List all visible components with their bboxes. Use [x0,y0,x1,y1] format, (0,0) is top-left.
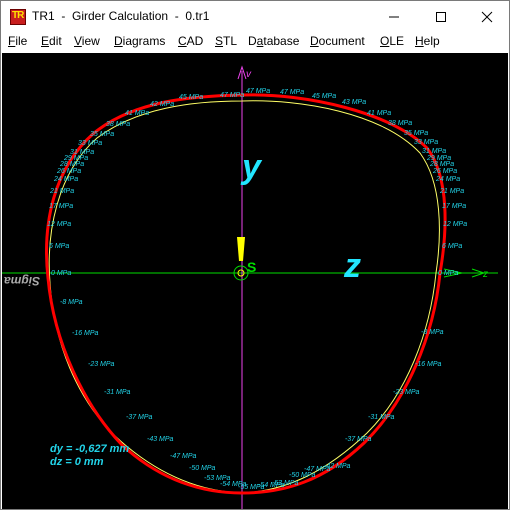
title-bar[interactable]: TR TR1 - Girder Calculation - 0.tr1 [1,1,509,32]
window-title: TR1 - Girder Calculation - 0.tr1 [32,9,210,23]
stress-label-right: -23 MPa [393,389,420,396]
drawing-canvas[interactable]: y z v z S Sigma dy = -0,627 mm dz = 0 mm… [2,53,508,509]
stress-label-right: 6 MPa [442,243,462,250]
app-icon[interactable]: TR [10,9,26,25]
stress-label-left: 0 MPa [51,270,71,277]
stress-label-left: -31 MPa [104,389,131,396]
menu-diagrams[interactable]: Diagrams [114,34,165,48]
stress-label-left: 26 MPa [56,168,81,175]
section-drawing[interactable]: y z v z S Sigma dy = -0,627 mm dz = 0 mm… [2,53,508,509]
stress-label-left: 41 MPa [125,110,149,117]
stress-label-right: 26 MPa [432,168,457,175]
stress-label-right: 24 MPa [435,176,460,183]
sigma-label: Sigma [4,274,40,288]
stress-label-left: -50 MPa [189,465,216,472]
axis-z-label: z [343,247,361,285]
stress-label-left: 21 MPa [49,188,74,195]
stress-label-top: 47 MPa [246,88,270,95]
stress-label-right: -31 MPa [368,414,395,421]
menu-help[interactable]: Help [415,34,440,48]
app-icon-text: TR [12,10,24,21]
maximize-button[interactable] [418,1,464,32]
dy-readout: dy = -0,627 mm [50,443,129,455]
stress-label-left: 12 MPa [47,221,71,228]
axis-v-label: v [246,69,252,80]
menu-edit[interactable]: Edit [41,34,62,48]
menu-bar: File Edit View Diagrams CAD STL Database Docume… [1,32,509,52]
stress-label-left: -16 MPa [72,330,99,337]
stress-label-right: 28 MPa [429,161,454,168]
stress-label-left: 33 MPa [78,140,102,147]
maximize-icon [436,11,446,22]
menu-file[interactable]: File [8,34,27,48]
stress-label-right: 12 MPa [443,221,467,228]
stress-label-left: 38 MPa [106,121,130,128]
dz-readout: dz = 0 mm [50,456,104,468]
stress-label-right: 33 MPa [414,139,438,146]
stress-label-left: -37 MPa [126,414,153,421]
stress-label-left: 6 MPa [49,243,69,250]
stress-labels-left: 45 MPa42 MPa41 MPa38 MPa35 MPa33 MPa31 M… [47,94,265,491]
stress-label-top: 47 MPa [220,92,244,99]
stress-label-right: 41 MPa [367,110,391,117]
menu-stl[interactable]: STL [215,34,237,48]
stress-label-left: -8 MPa [60,299,83,306]
axis-y-label: y [240,148,263,186]
stress-label-left: 28 MPa [59,161,84,168]
stress-label-left: 35 MPa [90,131,114,138]
stress-label-left: -23 MPa [88,361,115,368]
menu-document[interactable]: Document [310,34,365,48]
stress-label-right: -37 MPa [345,436,372,443]
stress-label-left: 24 MPa [53,176,78,183]
stress-label-right: 31 MPa [422,148,446,155]
menu-view[interactable]: View [74,34,100,48]
stress-label-right: 21 MPa [439,188,464,195]
menu-cad[interactable]: CAD [178,34,203,48]
stress-label-right: 43 MPa [342,99,366,106]
stress-label-right: -54 MPa [258,482,285,489]
stress-label-left: 17 MPa [49,203,73,210]
axis-z-small-label: z [482,269,488,280]
stress-label-top: 47 MPa [280,89,304,96]
stress-label-left: -43 MPa [147,436,174,443]
menu-ole[interactable]: OLE [380,34,404,48]
stress-labels-right: 45 MPa 43 MPa41 MPa 38 MPa 35 MPa 33 MPa 31 M… [258,93,467,489]
stress-label-right: 45 MPa [312,93,336,100]
minimize-button[interactable] [371,1,417,32]
menu-database[interactable]: Database [248,34,299,48]
stress-label-right: 17 MPa [442,203,466,210]
stress-label-left: -47 MPa [170,453,197,460]
stress-label-right: -50 MPa [289,472,316,479]
stress-label-left: 45 MPa [179,94,203,101]
minimize-icon [389,16,399,17]
app-window: TR TR1 - Girder Calculation - 0.tr1 File… [0,0,510,510]
stress-label-right: 35 MPa [404,130,428,137]
stress-label-left: 42 MPa [150,101,174,108]
shear-center-label: S [247,259,256,275]
close-button[interactable] [464,1,510,32]
stress-label-right: -8 MPa [421,329,444,336]
close-icon [481,11,493,22]
stress-label-right: -16 MPa [415,361,442,368]
stress-label-right: 38 MPa [388,120,412,127]
force-arrow-icon [237,237,245,261]
stress-label-right: 0 MPa [438,270,458,277]
